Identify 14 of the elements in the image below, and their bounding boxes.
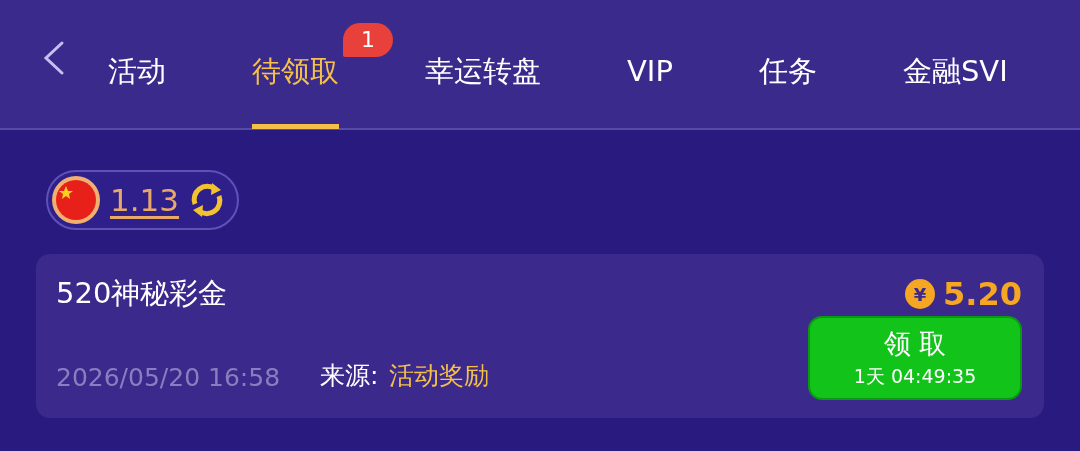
notification-badge: 1 (343, 23, 393, 57)
reward-title: 520神秘彩金 (56, 275, 228, 312)
source-value: 活动奖励 (388, 360, 489, 392)
currency-icon: ¥ (905, 279, 936, 309)
balance-amount[interactable]: 1.13 (110, 182, 180, 218)
tab[interactable]: VIP (627, 0, 673, 129)
source-label: 来源: (320, 360, 379, 392)
tab[interactable]: 金融SVI (902, 0, 1008, 129)
reward-amount: 5.20 (943, 275, 1022, 313)
tab[interactable]: 任务 (758, 0, 817, 129)
reward-date: 2026/05/20 16:58 (56, 363, 281, 392)
flag-icon (50, 174, 102, 226)
tab[interactable]: 活动 (108, 0, 166, 129)
tab[interactable]: 幸运转盘 (425, 0, 541, 129)
